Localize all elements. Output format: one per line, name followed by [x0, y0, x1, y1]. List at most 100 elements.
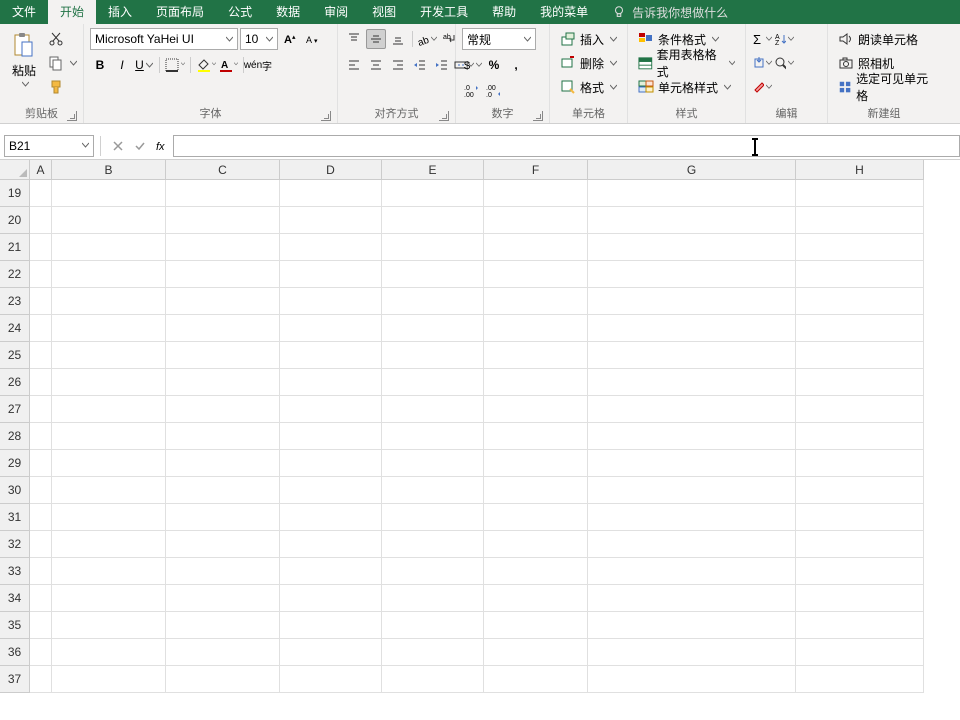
cell[interactable] — [52, 234, 166, 261]
cell[interactable] — [30, 558, 52, 585]
column-header[interactable]: C — [166, 160, 280, 180]
cell[interactable] — [796, 369, 924, 396]
cell[interactable] — [484, 558, 588, 585]
cell[interactable] — [30, 504, 52, 531]
cut-button[interactable] — [44, 28, 81, 50]
cell[interactable] — [52, 666, 166, 693]
cell[interactable] — [796, 558, 924, 585]
cell[interactable] — [382, 180, 484, 207]
font-color-button[interactable]: A — [218, 55, 238, 75]
cancel-formula-button[interactable] — [107, 135, 129, 157]
cell[interactable] — [588, 288, 796, 315]
cell[interactable] — [588, 261, 796, 288]
cell[interactable] — [166, 369, 280, 396]
paste-button[interactable]: 粘贴 — [6, 28, 42, 92]
cell[interactable] — [30, 288, 52, 315]
cell[interactable] — [166, 666, 280, 693]
cell[interactable] — [280, 504, 382, 531]
tab-formulas[interactable]: 公式 — [216, 0, 264, 24]
cell[interactable] — [280, 261, 382, 288]
align-bottom-button[interactable] — [388, 29, 408, 49]
cell[interactable] — [382, 261, 484, 288]
cell[interactable] — [382, 207, 484, 234]
cell-grid[interactable] — [30, 180, 960, 693]
row-header[interactable]: 20 — [0, 207, 30, 234]
cell[interactable] — [382, 612, 484, 639]
cell[interactable] — [484, 342, 588, 369]
cell[interactable] — [484, 180, 588, 207]
cell[interactable] — [30, 423, 52, 450]
cell[interactable] — [280, 369, 382, 396]
underline-button[interactable]: U — [134, 55, 154, 75]
cell[interactable] — [588, 396, 796, 423]
cell[interactable] — [52, 180, 166, 207]
tell-me[interactable]: 告诉我你想做什么 — [600, 4, 740, 21]
cell[interactable] — [588, 639, 796, 666]
cell[interactable] — [382, 234, 484, 261]
cell[interactable] — [796, 504, 924, 531]
cell[interactable] — [52, 558, 166, 585]
cell[interactable] — [30, 612, 52, 639]
cell[interactable] — [166, 180, 280, 207]
cell[interactable] — [796, 207, 924, 234]
cell[interactable] — [382, 504, 484, 531]
align-left-button[interactable] — [344, 55, 364, 75]
cell[interactable] — [588, 450, 796, 477]
cell[interactable] — [382, 288, 484, 315]
cell[interactable] — [484, 450, 588, 477]
cell[interactable] — [280, 612, 382, 639]
cell[interactable] — [30, 207, 52, 234]
cell[interactable] — [484, 234, 588, 261]
cell[interactable] — [166, 261, 280, 288]
fill-button[interactable] — [752, 53, 772, 73]
cell[interactable] — [484, 207, 588, 234]
cell[interactable] — [30, 369, 52, 396]
cell[interactable] — [796, 342, 924, 369]
cell[interactable] — [52, 207, 166, 234]
cell[interactable] — [166, 477, 280, 504]
cell[interactable] — [166, 504, 280, 531]
number-launcher[interactable] — [533, 111, 543, 121]
align-center-button[interactable] — [366, 55, 386, 75]
cell[interactable] — [52, 639, 166, 666]
cell[interactable] — [280, 315, 382, 342]
row-header[interactable]: 37 — [0, 666, 30, 693]
tab-mymenu[interactable]: 我的菜单 — [528, 0, 600, 24]
tab-file[interactable]: 文件 — [0, 0, 48, 24]
select-all-corner[interactable] — [0, 160, 30, 180]
cell[interactable] — [588, 369, 796, 396]
cell[interactable] — [484, 531, 588, 558]
phonetic-button[interactable]: wén字 — [249, 55, 269, 75]
cell[interactable] — [166, 288, 280, 315]
row-header[interactable]: 24 — [0, 315, 30, 342]
cell[interactable] — [588, 234, 796, 261]
decrease-font-button[interactable]: A▾ — [302, 29, 322, 49]
cell[interactable] — [382, 585, 484, 612]
cell[interactable] — [484, 477, 588, 504]
cell[interactable] — [382, 666, 484, 693]
cell[interactable] — [166, 423, 280, 450]
select-visible-button[interactable]: 选定可见单元格 — [834, 76, 934, 98]
cell[interactable] — [280, 423, 382, 450]
cell[interactable] — [796, 450, 924, 477]
tab-insert[interactable]: 插入 — [96, 0, 144, 24]
cell[interactable] — [52, 477, 166, 504]
find-button[interactable] — [774, 53, 794, 73]
cell[interactable] — [166, 531, 280, 558]
row-header[interactable]: 30 — [0, 477, 30, 504]
sort-filter-button[interactable]: AZ — [774, 29, 794, 49]
cell[interactable] — [280, 477, 382, 504]
cell[interactable] — [484, 423, 588, 450]
autosum-button[interactable]: Σ — [752, 29, 772, 49]
row-header[interactable]: 33 — [0, 558, 30, 585]
cell[interactable] — [52, 504, 166, 531]
tab-home[interactable]: 开始 — [48, 0, 96, 24]
cell[interactable] — [484, 639, 588, 666]
insert-function-button[interactable]: fx — [151, 135, 173, 157]
cell[interactable] — [588, 612, 796, 639]
clear-button[interactable] — [752, 77, 772, 97]
cell[interactable] — [588, 585, 796, 612]
cell[interactable] — [52, 585, 166, 612]
cell[interactable] — [796, 423, 924, 450]
cell[interactable] — [484, 261, 588, 288]
